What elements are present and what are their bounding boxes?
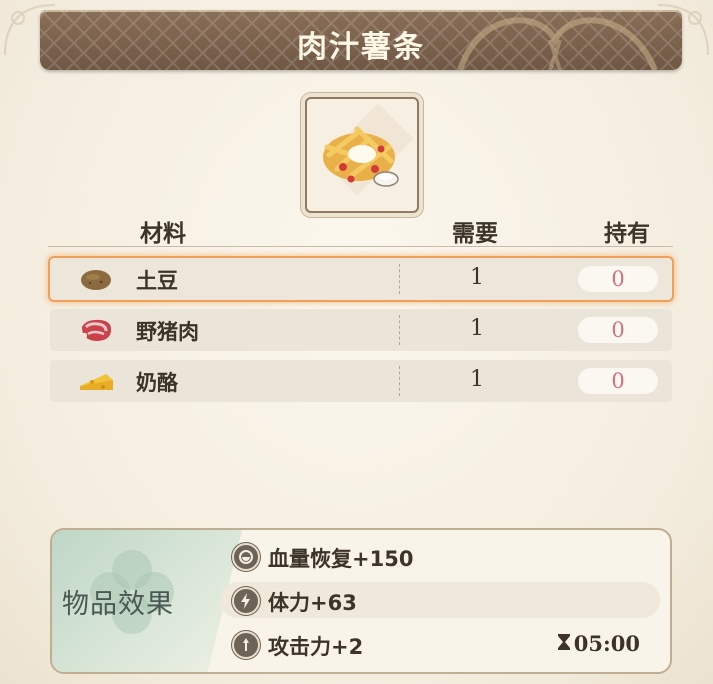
ingredient-row-potato[interactable]: 土豆 1 0 bbox=[50, 258, 672, 300]
ingredient-need: 1 bbox=[470, 367, 484, 392]
recipe-page: 肉汁薯条 材料 需要 持有 土豆 1 0 野猪肉 1 0 奶酪 1 0 物品效果… bbox=[0, 0, 713, 684]
ingredient-name: 野猪肉 bbox=[136, 320, 199, 344]
effect-text: 攻击力+2 bbox=[268, 635, 364, 659]
effects-title: 物品效果 bbox=[62, 589, 174, 620]
duration-value: 05:00 bbox=[573, 631, 640, 656]
dish-image[interactable] bbox=[305, 97, 419, 213]
header-need: 需要 bbox=[452, 221, 498, 247]
item-effects-panel: 物品效果 血量恢复+150 体力+63 攻击力+2 05:00 bbox=[50, 528, 672, 674]
ingredient-name: 土豆 bbox=[136, 269, 178, 293]
effect-text: 体力+63 bbox=[268, 591, 357, 615]
column-divider bbox=[399, 366, 400, 396]
ingredient-need: 1 bbox=[470, 265, 484, 290]
ingredient-need: 1 bbox=[470, 316, 484, 341]
page-title: 肉汁薯条 bbox=[297, 30, 425, 65]
effect-text: 血量恢复+150 bbox=[268, 547, 414, 571]
ingredient-row-cheese[interactable]: 奶酪 1 0 bbox=[50, 360, 672, 402]
boar-meat-icon bbox=[79, 319, 112, 341]
effect-duration: 05:00 bbox=[556, 631, 640, 656]
effect-row-attack: 攻击力+2 05:00 bbox=[228, 626, 658, 662]
ingredient-have: 0 bbox=[578, 317, 658, 343]
header-material: 材料 bbox=[140, 221, 186, 247]
hourglass-icon bbox=[557, 634, 570, 650]
effect-row-hp: 血量恢复+150 bbox=[228, 538, 658, 574]
header-divider bbox=[48, 246, 673, 247]
title-banner: 肉汁薯条 bbox=[40, 10, 682, 70]
column-divider bbox=[399, 264, 400, 294]
ingredient-have: 0 bbox=[578, 368, 658, 394]
cheese-icon bbox=[80, 374, 113, 390]
lightning-stamina-icon bbox=[232, 587, 260, 615]
ingredient-row-boar-meat[interactable]: 野猪肉 1 0 bbox=[50, 309, 672, 351]
potato-icon bbox=[81, 270, 111, 290]
meat-gravy-fries-dish-icon bbox=[321, 103, 414, 196]
heart-restore-icon bbox=[232, 543, 260, 571]
attack-up-icon bbox=[232, 631, 260, 659]
effect-row-stamina: 体力+63 bbox=[220, 582, 660, 618]
effects-title-area: 物品效果 bbox=[52, 530, 242, 672]
header-have: 持有 bbox=[604, 221, 650, 247]
ingredient-name: 奶酪 bbox=[136, 371, 178, 395]
column-divider bbox=[399, 315, 400, 345]
ingredient-have: 0 bbox=[578, 266, 658, 292]
